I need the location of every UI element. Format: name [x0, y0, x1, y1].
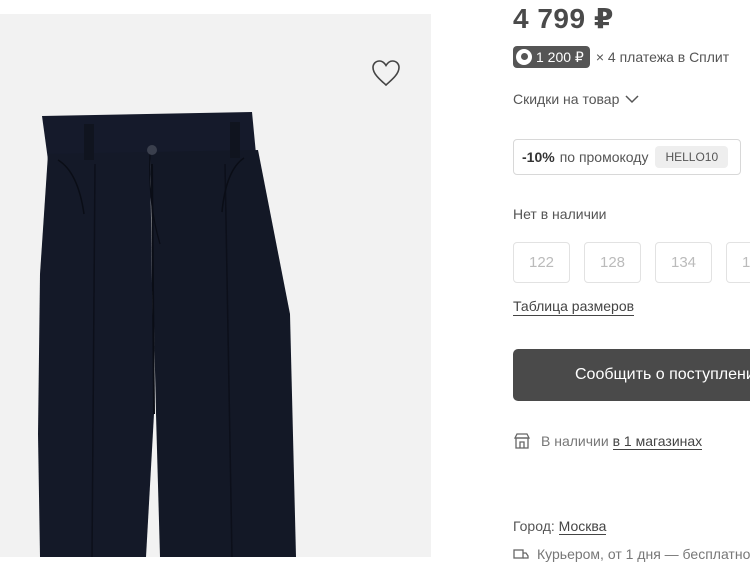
discounts-toggle[interactable]: Скидки на товар	[513, 88, 639, 110]
size-option[interactable]: 122	[513, 242, 570, 283]
city-link[interactable]: Москва	[558, 518, 607, 535]
favorite-button[interactable]	[371, 59, 401, 87]
discounts-label: Скидки на товар	[513, 91, 620, 107]
availability-link[interactable]: в 1 магазинах	[612, 433, 703, 450]
stock-status: Нет в наличии	[513, 206, 607, 222]
size-selector: 122 128 134 140	[513, 242, 750, 283]
courier-text: Курьером, от 1 дня — бесплатно	[537, 546, 750, 562]
split-payment[interactable]: 1 200 ₽ × 4 платежа в Сплит	[513, 46, 729, 68]
availability-prefix: В наличии	[541, 433, 609, 449]
product-price: 4 799 ₽	[513, 3, 614, 34]
promo-label: по промокоду	[559, 149, 649, 165]
notify-button[interactable]: Сообщить о поступлении	[513, 349, 750, 401]
split-logo-icon	[516, 49, 532, 65]
size-table-link[interactable]: Таблица размеров	[513, 298, 635, 316]
heart-icon	[372, 60, 400, 87]
size-option[interactable]: 134	[655, 242, 712, 283]
size-option[interactable]: 128	[584, 242, 641, 283]
split-amount: 1 200 ₽	[536, 48, 584, 65]
split-text: × 4 платежа в Сплит	[595, 49, 730, 65]
courier-icon	[513, 549, 529, 559]
city-label: Город:	[513, 518, 555, 534]
courier-delivery: Курьером, от 1 дня — бесплатно	[513, 546, 750, 562]
split-badge: 1 200 ₽	[513, 46, 590, 68]
product-image	[38, 112, 296, 557]
promo-code-box[interactable]: -10% по промокоду HELLO10	[513, 139, 741, 175]
city-selector: Город: Москва	[513, 518, 607, 535]
store-icon	[513, 433, 531, 449]
product-gallery	[0, 14, 431, 557]
promo-percent: -10%	[522, 149, 555, 165]
promo-code[interactable]: HELLO10	[655, 146, 729, 168]
size-option[interactable]: 140	[726, 242, 750, 283]
store-availability: В наличии в 1 магазинах	[513, 432, 703, 450]
chevron-down-icon	[625, 95, 639, 104]
